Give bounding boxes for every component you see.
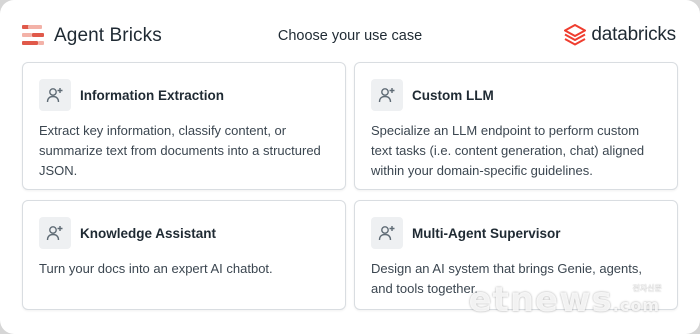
card-header: Information Extraction bbox=[39, 79, 224, 111]
user-plus-icon bbox=[371, 217, 403, 249]
watermark-text: etnews bbox=[468, 280, 613, 320]
card-description: Specialize an LLM endpoint to perform cu… bbox=[371, 123, 645, 178]
databricks-mark-icon bbox=[564, 24, 587, 46]
databricks-wordmark: databricks bbox=[591, 24, 676, 45]
use-case-card-custom-llm[interactable]: Custom LLM Specialize an LLM endpoint to… bbox=[354, 62, 678, 190]
use-case-card-knowledge-assistant[interactable]: Knowledge Assistant Turn your docs into … bbox=[22, 200, 346, 310]
user-plus-icon bbox=[39, 217, 71, 249]
user-plus-icon bbox=[39, 79, 71, 111]
user-plus-icon bbox=[371, 79, 403, 111]
card-header: Multi-Agent Supervisor bbox=[371, 217, 561, 249]
card-title: Custom LLM bbox=[412, 87, 494, 103]
etnews-watermark: etnews.com bbox=[469, 280, 660, 320]
card-header: Knowledge Assistant bbox=[39, 217, 216, 249]
card-title: Multi-Agent Supervisor bbox=[412, 225, 561, 241]
card-title: Knowledge Assistant bbox=[80, 225, 217, 241]
databricks-logo: databricks bbox=[564, 23, 676, 47]
header: Agent Bricks Choose your use case databr… bbox=[0, 0, 700, 62]
watermark-suffix: .com bbox=[612, 296, 660, 315]
card-description: Turn your docs into an expert AI chatbot… bbox=[39, 261, 273, 276]
card-title: Information Extraction bbox=[80, 87, 225, 103]
card-header: Custom LLM bbox=[371, 79, 494, 111]
card-description: Extract key information, classify conten… bbox=[39, 123, 321, 178]
use-case-card-information-extraction[interactable]: Information Extraction Extract key infor… bbox=[22, 62, 346, 190]
use-case-dialog: Agent Bricks Choose your use case databr… bbox=[0, 0, 700, 334]
